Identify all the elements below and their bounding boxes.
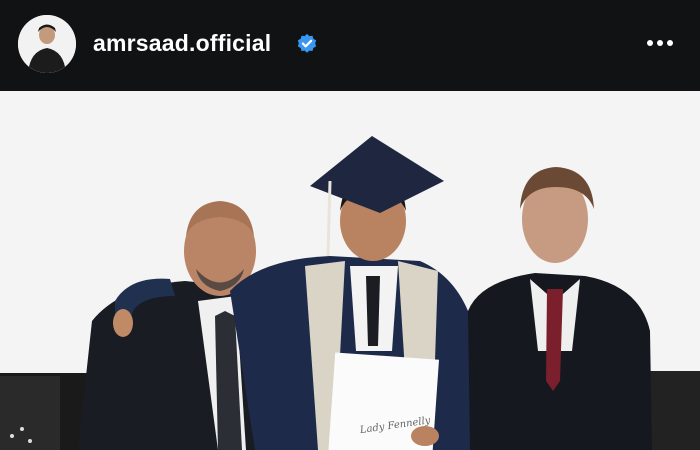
post-header: amrsaad.official	[0, 0, 700, 91]
profile-avatar-icon	[18, 15, 76, 73]
post-photo[interactable]: Lady Fennelly	[0, 91, 700, 450]
verified-badge-icon	[297, 33, 317, 53]
more-dot-icon	[667, 40, 673, 46]
graduation-photo-image: Lady Fennelly	[0, 91, 700, 450]
username-link[interactable]: amrsaad.official	[93, 30, 271, 57]
more-options-button[interactable]	[640, 32, 680, 54]
more-dot-icon	[657, 40, 663, 46]
avatar[interactable]	[18, 15, 76, 73]
more-dot-icon	[647, 40, 653, 46]
